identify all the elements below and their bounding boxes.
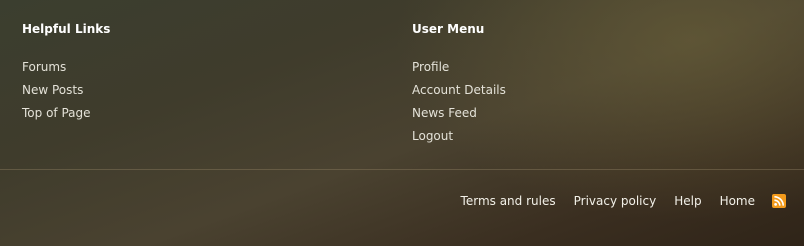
profile-link[interactable]: Profile <box>412 60 449 74</box>
user-menu-heading: User Menu <box>412 22 485 36</box>
privacy-policy-link[interactable]: Privacy policy <box>574 193 657 209</box>
footer-bottom-links: Terms and rules Privacy policy Help Home <box>461 193 786 209</box>
list-item: Logout <box>412 128 506 151</box>
list-item: Profile <box>412 59 506 82</box>
new-posts-link[interactable]: New Posts <box>22 83 83 97</box>
list-item: Top of Page <box>22 105 91 128</box>
helpful-links-heading: Helpful Links <box>22 22 111 36</box>
help-link[interactable]: Help <box>674 193 701 209</box>
terms-and-rules-link[interactable]: Terms and rules <box>461 193 556 209</box>
user-menu-list: Profile Account Details News Feed Logout <box>412 59 506 151</box>
top-of-page-link[interactable]: Top of Page <box>22 106 91 120</box>
list-item: New Posts <box>22 82 91 105</box>
list-item: Account Details <box>412 82 506 105</box>
helpful-links-list: Forums New Posts Top of Page <box>22 59 91 128</box>
home-link[interactable]: Home <box>720 193 755 209</box>
rss-icon[interactable] <box>772 194 786 208</box>
footer-divider <box>0 169 804 170</box>
list-item: News Feed <box>412 105 506 128</box>
list-item: Forums <box>22 59 91 82</box>
account-details-link[interactable]: Account Details <box>412 83 506 97</box>
forums-link[interactable]: Forums <box>22 60 66 74</box>
logout-link[interactable]: Logout <box>412 129 453 143</box>
news-feed-link[interactable]: News Feed <box>412 106 477 120</box>
page-footer: Helpful Links Forums New Posts Top of Pa… <box>0 0 804 246</box>
